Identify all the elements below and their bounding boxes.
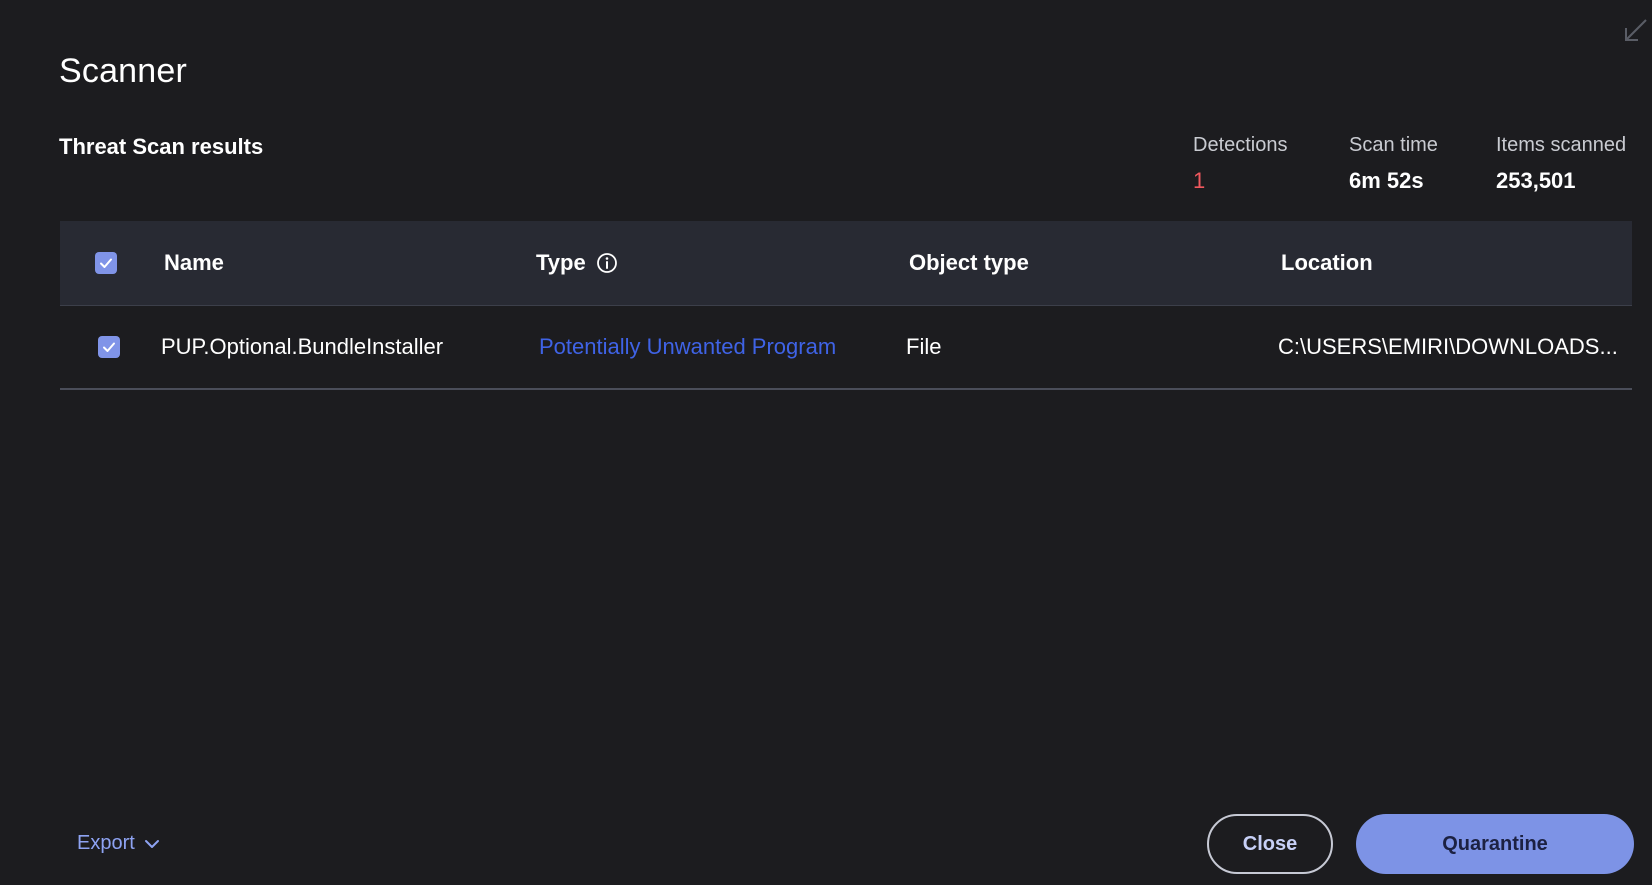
close-button[interactable]: Close [1207, 814, 1333, 874]
detections-value: 1 [1193, 168, 1206, 193]
row-type-link[interactable]: Potentially Unwanted Program [539, 306, 836, 388]
row-location-text: C:\USERS\EMIRI\DOWNLOADS... [1278, 334, 1618, 359]
row-object-type: File [906, 334, 942, 359]
select-all-checkbox[interactable] [95, 252, 117, 274]
column-header-name[interactable]: Name [164, 221, 224, 305]
results-title: Threat Scan results [59, 134, 264, 159]
column-header-object-type[interactable]: Object type [909, 221, 1029, 305]
quarantine-button[interactable]: Quarantine [1356, 814, 1634, 874]
column-header-type[interactable]: Type [536, 221, 618, 305]
stat-scan-time: Scan time 6m 52s [1349, 134, 1438, 194]
scanner-window: Scanner Threat Scan results Detections 1… [0, 0, 1652, 885]
column-header-type-label: Type [536, 250, 586, 275]
row-location: C:\USERS\EMIRI\DOWNLOADS... [1278, 306, 1623, 388]
info-icon[interactable] [596, 252, 618, 274]
stat-items-scanned: Items scanned 253,501 [1496, 134, 1626, 194]
row-checkbox[interactable] [98, 336, 120, 358]
export-dropdown[interactable]: Export [77, 832, 161, 855]
column-header-location[interactable]: Location [1281, 221, 1373, 305]
check-icon [103, 342, 115, 352]
page-title: Scanner [59, 52, 188, 90]
chevron-down-icon [144, 839, 159, 848]
results-table: Name Type Object type Location PUP.Optio… [60, 221, 1632, 390]
scan-time-label: Scan time [1349, 134, 1438, 156]
detections-label: Detections [1193, 134, 1288, 156]
items-scanned-label: Items scanned [1496, 134, 1627, 156]
table-row[interactable]: PUP.Optional.BundleInstaller Potentially… [60, 306, 1632, 390]
table-header: Name Type Object type Location [60, 221, 1632, 306]
stat-detections: Detections 1 [1193, 134, 1288, 194]
scan-time-value: 6m 52s [1349, 168, 1424, 193]
export-label: Export [77, 832, 135, 854]
collapse-arrow-icon[interactable] [1622, 18, 1648, 44]
items-scanned-value: 253,501 [1496, 168, 1576, 193]
check-icon [100, 258, 112, 268]
row-name: PUP.Optional.BundleInstaller [161, 334, 444, 359]
